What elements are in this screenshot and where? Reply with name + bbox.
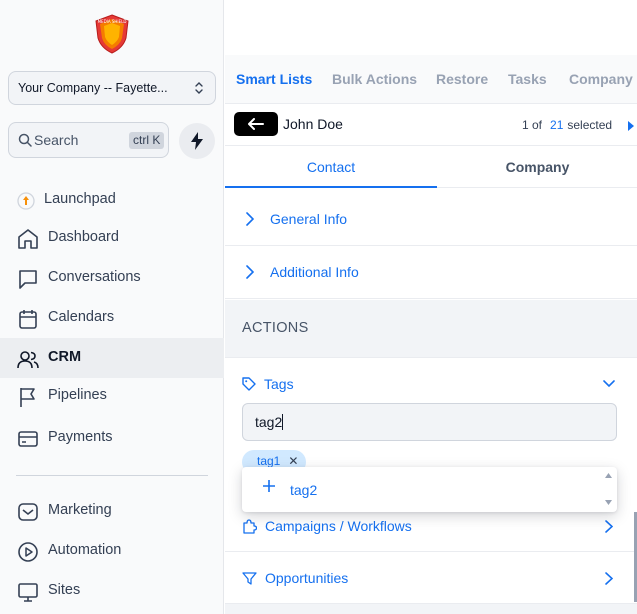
tab-contact[interactable]: Contact (225, 146, 437, 188)
sidebar-item-label: Marketing (48, 502, 112, 518)
home-icon (18, 229, 38, 249)
app-root: MEDIA SHIELD Your Company -- Fayette... … (0, 0, 637, 614)
sidebar-item-label: Pipelines (48, 387, 107, 403)
campaigns-label: Campaigns / Workflows (265, 518, 412, 534)
sidebar-item-sites[interactable]: Sites (0, 571, 224, 611)
chevron-right-icon (246, 212, 254, 226)
mail-icon (18, 503, 38, 521)
tab-tasks[interactable]: Tasks (508, 71, 547, 87)
tags-label: Tags (264, 376, 294, 392)
sidebar-item-dashboard[interactable]: Dashboard (0, 218, 224, 258)
arrow-left-icon (248, 118, 264, 130)
back-button[interactable] (234, 112, 278, 136)
puzzle-icon (243, 519, 257, 534)
sidebar-item-marketing[interactable]: Marketing (0, 491, 224, 531)
chevron-right-icon (605, 520, 613, 533)
tab-company[interactable]: Company (569, 71, 633, 87)
play-icon (18, 542, 38, 562)
record-header: John Doe 1 of 21 selected (225, 105, 637, 146)
pager-position: 1 of (522, 118, 543, 132)
chevron-up-down-icon (195, 82, 203, 94)
shield-logo-icon[interactable]: MEDIA SHIELD (94, 14, 130, 54)
sidebar-item-label: Calendars (48, 309, 115, 325)
plus-icon (263, 480, 275, 492)
search-label: Search (34, 132, 79, 148)
additional-info-label: Additional Info (270, 264, 359, 280)
sidebar-item-label: Automation (48, 542, 122, 558)
sidebar-item-automation[interactable]: Automation (0, 531, 224, 571)
users-icon (17, 351, 39, 369)
sidebar-item-label: Sites (48, 582, 81, 598)
remove-tag-icon[interactable]: ✕ (288, 454, 298, 468)
actions-heading: ACTIONS (225, 300, 637, 358)
general-info-label: General Info (270, 211, 348, 227)
opportunities-label: Opportunities (265, 570, 349, 586)
chat-icon (19, 270, 37, 289)
sidebar-item-label: Conversations (48, 269, 141, 285)
tab-bulk-actions[interactable]: Bulk Actions (332, 71, 417, 87)
tag-input-value: tag2 (255, 414, 283, 430)
tags-section-header[interactable]: Tags (225, 359, 637, 399)
sidebar-item-label: Dashboard (48, 229, 119, 245)
tag-chip-label: tag1 (257, 454, 281, 468)
opportunities-section[interactable]: Opportunities (225, 552, 637, 604)
sidebar-item-label: CRM (48, 349, 82, 365)
text-caret (282, 414, 284, 430)
flag-icon (20, 388, 35, 407)
sidebar-item-conversations[interactable]: Conversations (0, 258, 224, 298)
tab-restore[interactable]: Restore (436, 71, 488, 87)
record-pager: 1 of 21 selected (522, 118, 612, 132)
record-name: John Doe (283, 116, 343, 132)
filter-icon (242, 572, 257, 585)
search-button[interactable]: Search ctrl K (8, 122, 169, 158)
monitor-icon (18, 583, 38, 602)
pager-suffix: selected (567, 118, 613, 132)
quick-actions-button[interactable] (179, 123, 215, 159)
additional-info-section[interactable]: Additional Info (225, 246, 637, 299)
scroll-down-icon[interactable] (605, 500, 612, 505)
top-tab-bar: Smart Lists Bulk Actions Restore Tasks C… (225, 55, 637, 104)
create-tag-option[interactable]: tag2 (290, 482, 317, 498)
record-subtabs: Contact Company (225, 146, 637, 188)
search-shortcut: ctrl K (129, 132, 165, 149)
sidebar-item-crm[interactable]: CRM (0, 338, 224, 378)
chevron-right-icon (246, 265, 254, 279)
pager-count[interactable]: 21 (550, 118, 563, 132)
sidebar: MEDIA SHIELD Your Company -- Fayette... … (0, 0, 224, 614)
sidebar-item-label: Launchpad (44, 191, 116, 207)
tag-search-input[interactable]: tag2 (242, 403, 617, 441)
tab-smart-lists[interactable]: Smart Lists (236, 71, 312, 87)
calendar-icon (19, 310, 37, 329)
actions-title: ACTIONS (242, 320, 309, 336)
company-name: Your Company -- Fayette... (18, 81, 168, 95)
sidebar-item-label: Payments (48, 429, 113, 445)
main-panel: Smart Lists Bulk Actions Restore Tasks C… (225, 0, 637, 614)
sidebar-item-payments[interactable]: Payments (0, 418, 224, 458)
company-switcher[interactable]: Your Company -- Fayette... (8, 71, 216, 105)
tab-company-details[interactable]: Company (438, 146, 637, 188)
rocket-icon (17, 192, 35, 210)
chevron-right-icon[interactable] (628, 121, 634, 131)
logo-text: MEDIA SHIELD (98, 19, 127, 24)
chevron-down-icon (603, 380, 615, 388)
sidebar-item-pipelines[interactable]: Pipelines (0, 376, 224, 416)
sidebar-divider (16, 475, 208, 476)
sidebar-item-calendars[interactable]: Calendars (0, 298, 224, 338)
tag-icon (242, 377, 256, 391)
scroll-up-icon[interactable] (605, 473, 612, 478)
footer-strip (225, 604, 637, 614)
card-icon (18, 431, 38, 447)
chevron-right-icon (605, 572, 613, 585)
general-info-section[interactable]: General Info (225, 193, 637, 246)
tag-suggestion-dropdown: tag2 (242, 467, 617, 512)
search-icon (18, 133, 32, 147)
sidebar-item-launchpad[interactable]: Launchpad (0, 180, 224, 220)
lightning-icon (191, 132, 203, 150)
